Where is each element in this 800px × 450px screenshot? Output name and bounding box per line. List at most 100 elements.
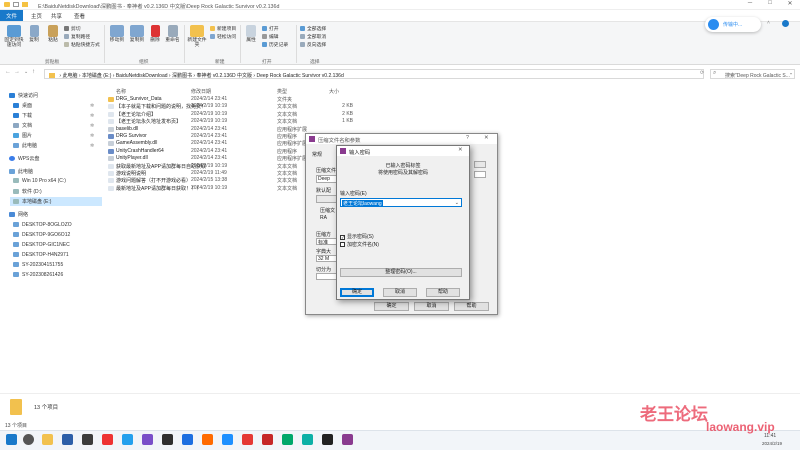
nav-drive-e[interactable]: 本地磁盘 (E:)	[10, 197, 102, 206]
nav-this-pc[interactable]: 此电脑	[9, 168, 33, 175]
nav-computer[interactable]: DESKTOP-H4N2971	[13, 252, 69, 258]
app-sky-icon[interactable]	[222, 434, 233, 445]
prop-help-button[interactable]: 帮助	[454, 302, 489, 311]
cut-button[interactable]: 剪切	[64, 25, 81, 32]
maximize-button[interactable]: □	[760, 0, 780, 10]
paste-button[interactable]: 粘贴	[46, 25, 60, 43]
terminal-icon[interactable]	[82, 434, 93, 445]
prop-cancel-button[interactable]: 取消	[414, 302, 449, 311]
select-none-button[interactable]: 全部取消	[300, 33, 326, 40]
nav-drive-c[interactable]: Win 10 Pro x64 (C:)	[13, 178, 66, 184]
nav-drive-d[interactable]: 软件 (D:)	[13, 188, 42, 195]
file-row[interactable]: DRG_Survivor_Data 2024/2/14 23:41 文件夹	[107, 96, 507, 103]
breadcrumb-drive-e[interactable]: 本地磁盘 (E:)	[82, 73, 111, 78]
organize-passwords-button[interactable]: 整理密码(O)...	[340, 268, 462, 277]
column-header-type[interactable]: 类型	[277, 88, 287, 95]
app-red2-icon[interactable]	[242, 434, 253, 445]
format-rar-radio[interactable]: RA	[320, 215, 327, 221]
capcut-icon[interactable]	[322, 434, 333, 445]
file-explorer-icon[interactable]	[42, 434, 53, 445]
file-row[interactable]: 【老王论坛永久地址发布页】 2024/2/19 10:19 文本文档 1 KB	[107, 118, 507, 125]
tab-home[interactable]: 主页	[31, 12, 42, 20]
app-green-icon[interactable]	[282, 434, 293, 445]
breadcrumb-current[interactable]: Deep Rock Galactic Survivor v0.2.136d	[256, 73, 343, 78]
pw-ok-button[interactable]: 确定	[340, 288, 374, 297]
start-icon[interactable]	[6, 434, 17, 445]
show-password-checkbox[interactable]: ✓ 显示密码(S)	[340, 233, 374, 240]
chevron-up-icon[interactable]: ˄	[767, 20, 770, 26]
app-dark-icon[interactable]	[162, 434, 173, 445]
search-input[interactable]: 搜索"Deep Rock Galactic S..."	[710, 69, 795, 79]
nav-quick-access[interactable]: 快速访问	[9, 92, 38, 99]
edit-button[interactable]: 编辑	[262, 33, 279, 40]
app-purple-icon[interactable]	[142, 434, 153, 445]
tab-view[interactable]: 查看	[74, 12, 85, 20]
nav-documents[interactable]: 文档	[13, 122, 32, 129]
encrypt-filenames-checkbox[interactable]: 加密文件名(N)	[340, 241, 379, 248]
close-icon[interactable]: ✕	[484, 135, 488, 141]
address-bar[interactable]: › 此电脑 › 本地磁盘 (E:) › BaiduNetdiskDownload…	[44, 69, 704, 79]
column-header-name[interactable]: 名称	[116, 88, 126, 95]
app-crimson-icon[interactable]	[262, 434, 273, 445]
close-icon[interactable]: ✕	[458, 147, 462, 153]
breadcrumb-this-pc[interactable]: 此电脑	[62, 73, 77, 78]
new-folder-button[interactable]: 新建文件夹	[187, 25, 207, 48]
copy-to-button[interactable]: 复制到	[128, 25, 146, 43]
browser-icon[interactable]	[182, 434, 193, 445]
breadcrumb-version[interactable]: 奉神者 v0.2.136D 中文版	[196, 73, 252, 78]
tab-file[interactable]: 文件	[0, 10, 23, 21]
delete-button[interactable]: 删除	[148, 25, 162, 43]
nav-computer[interactable]: DESKTOP-GIC1NEC	[13, 242, 70, 248]
transfer-notification[interactable]: 传输中...	[705, 17, 761, 32]
nav-network[interactable]: 网络	[9, 211, 28, 218]
move-to-button[interactable]: 移动到	[108, 25, 126, 43]
nav-computer[interactable]: DESKTOP-8OGLOZO	[13, 222, 72, 228]
pw-cancel-button[interactable]: 取消	[383, 288, 417, 297]
easy-access-button[interactable]: 轻松访问	[210, 33, 236, 40]
copy-path-button[interactable]: 复制路径	[64, 33, 90, 40]
help-icon[interactable]: ?	[466, 135, 469, 141]
nav-computer[interactable]: SY-202308261426	[13, 272, 63, 278]
nav-computer[interactable]: DESKTOP-9GO6O12	[13, 232, 70, 238]
app-teal-icon[interactable]	[302, 434, 313, 445]
tab-general[interactable]: 常规	[312, 151, 322, 158]
app-blue-icon[interactable]	[122, 434, 133, 445]
nav-downloads[interactable]: 下载	[13, 112, 32, 119]
new-folder-icon[interactable]	[22, 2, 28, 7]
file-row[interactable]: baselib.dll 2024/2/14 23:41 应用程序扩展	[107, 126, 507, 133]
properties-button[interactable]: 属性	[244, 25, 258, 43]
open-button[interactable]: 打开	[262, 25, 279, 32]
column-header-date[interactable]: 修改日期	[191, 88, 211, 95]
prop-ok-button[interactable]: 确定	[374, 302, 409, 311]
refresh-icon[interactable]: ⟳	[700, 70, 704, 76]
nav-pictures[interactable]: 图片	[13, 132, 32, 139]
app-red-icon[interactable]	[102, 434, 113, 445]
pin-quick-access-button[interactable]: 固定到快速访问	[4, 25, 24, 48]
paste-shortcut-button[interactable]: 粘贴快捷方式	[64, 41, 100, 48]
pw-help-button[interactable]: 帮助	[426, 288, 460, 297]
select-all-button[interactable]: 全部选择	[300, 25, 326, 32]
up-arrow-icon[interactable]: ↑	[32, 69, 35, 75]
nav-computer[interactable]: SY-202304151755	[13, 262, 63, 268]
minimize-button[interactable]: ─	[740, 0, 760, 10]
file-row[interactable]: 【老王论坛介绍】 2024/2/19 10:19 文本文档 2 KB	[107, 111, 507, 118]
browse-button[interactable]	[474, 161, 486, 168]
password-input[interactable]: 老王论坛laowang ⌄	[340, 198, 462, 207]
nav-wps-cloud[interactable]: WPS云盘	[9, 155, 39, 162]
breadcrumb-books[interactable]: 深鹏图书	[172, 73, 192, 78]
back-arrow-icon[interactable]: ←	[5, 69, 11, 75]
nav-desktop[interactable]: 桌面	[13, 102, 32, 109]
clock-date[interactable]: 2024/2/19	[762, 441, 782, 446]
nav-this-pc-quick[interactable]: 此电脑	[13, 142, 37, 149]
history-button[interactable]: 历史记录	[262, 41, 288, 48]
search-icon[interactable]	[23, 434, 34, 445]
forward-arrow-icon[interactable]: →	[14, 69, 20, 75]
app-orange-icon[interactable]	[202, 434, 213, 445]
column-header-size[interactable]: 大小	[329, 88, 339, 95]
photoshop-icon[interactable]	[62, 434, 73, 445]
update-mode-select[interactable]	[474, 171, 486, 178]
properties-icon[interactable]	[13, 2, 19, 7]
new-item-button[interactable]: 新建项目	[210, 25, 236, 32]
chevron-down-icon[interactable]: ⌄	[455, 200, 459, 206]
close-button[interactable]: ✕	[780, 0, 800, 10]
